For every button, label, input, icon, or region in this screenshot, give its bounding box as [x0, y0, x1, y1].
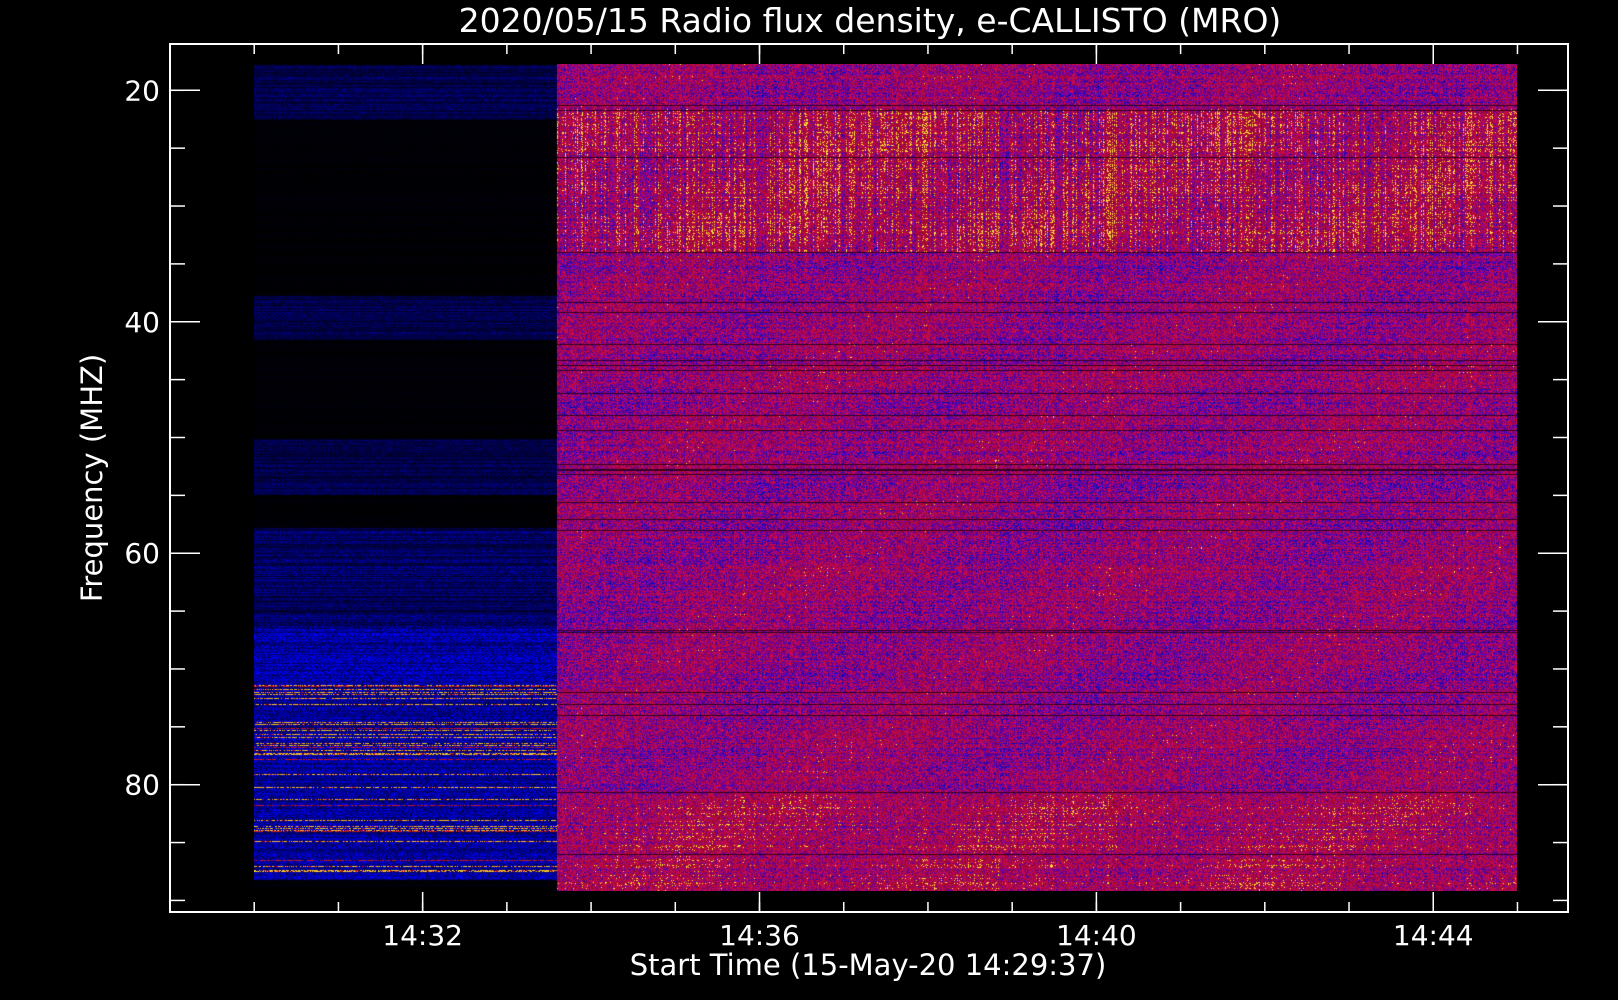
y-axis-label: Frequency (MHZ)	[75, 354, 109, 602]
chart-title: 2020/05/15 Radio flux density, e-CALLIST…	[459, 1, 1282, 40]
x-tick-label: 14:32	[382, 919, 463, 952]
y-tick-label: 40	[124, 306, 160, 339]
x-axis-label: Start Time (15-May-20 14:29:37)	[630, 948, 1107, 982]
y-tick-label: 80	[124, 769, 160, 802]
x-tick-label: 14:44	[1393, 919, 1474, 952]
y-tick-label: 20	[124, 74, 160, 107]
spectrogram-image	[254, 64, 1517, 891]
spectrogram-chart: 2020/05/15 Radio flux density, e-CALLIST…	[0, 0, 1618, 1000]
y-tick-label: 60	[124, 537, 160, 570]
